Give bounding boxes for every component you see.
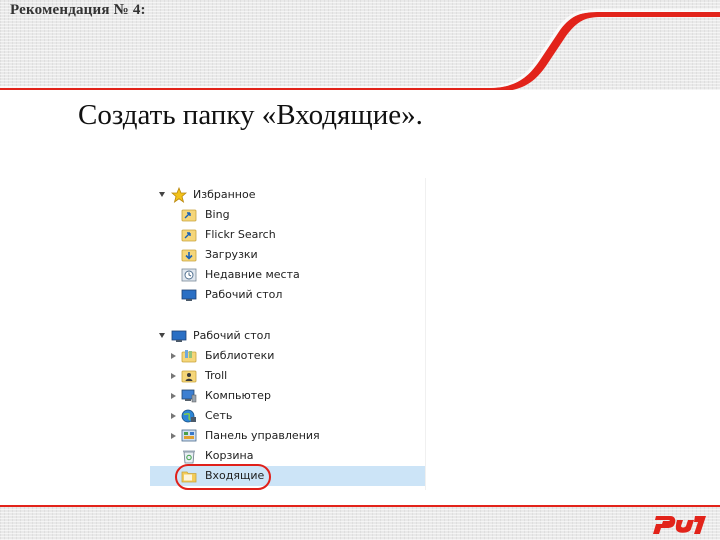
tree-item-label: Корзина [205,449,254,462]
downloads-folder-icon [181,249,197,262]
tree-item-label: Сеть [205,409,233,422]
slide-heading: Создать папку «Входящие». [78,99,423,131]
control-panel-icon [181,429,197,442]
tree-item-label: Troll [205,369,228,382]
tree-item-control-panel[interactable]: Панель управления [150,426,425,446]
libraries-icon [181,350,197,363]
star-icon [171,187,187,203]
rzd-logo [653,516,706,534]
expand-arrow-icon[interactable] [171,373,176,379]
computer-icon [181,389,197,403]
tree-item-desktop-favorite[interactable]: Рабочий стол [150,285,425,305]
tree-item-label: Flickr Search [205,228,276,241]
shortcut-folder-icon [181,209,197,222]
tree-item-label: Bing [205,208,230,221]
tree-item-troll[interactable]: Troll [150,366,425,386]
recent-places-icon [181,268,197,282]
tree-item-label: Библиотеки [205,349,275,362]
expand-arrow-icon[interactable] [171,393,176,399]
explorer-navigation-pane: Избранное Bing Flickr Search Загрузки Не… [150,178,426,490]
tree-item-label: Рабочий стол [205,288,283,301]
tree-item-computer[interactable]: Компьютер [150,386,425,406]
tree-item-label: Недавние места [205,268,300,281]
tree-item-bing[interactable]: Bing [150,205,425,225]
tree-item-label: Загрузки [205,248,258,261]
tree-item-recycle-bin[interactable]: Корзина [150,446,425,466]
tree-group-label: Рабочий стол [193,329,271,342]
desktop-icon [171,330,187,342]
tree-group-label: Избранное [193,188,256,201]
tree-group-favorites[interactable]: Избранное [150,185,425,205]
network-icon [181,409,196,423]
tree-item-downloads[interactable]: Загрузки [150,245,425,265]
tree-item-libraries[interactable]: Библиотеки [150,346,425,366]
tree-item-network[interactable]: Сеть [150,406,425,426]
expand-arrow-icon[interactable] [171,433,176,439]
tree-group-desktop[interactable]: Рабочий стол [150,326,425,346]
tree-item-label: Компьютер [205,389,271,402]
expand-arrow-icon[interactable] [171,353,176,359]
collapse-arrow-icon[interactable] [159,333,165,338]
shortcut-folder-icon [181,229,197,242]
expand-arrow-icon[interactable] [171,413,176,419]
slide-section-title: Рекомендация № 4: [10,2,146,18]
recycle-bin-icon [183,450,195,464]
tree-item-recent-places[interactable]: Недавние места [150,265,425,285]
footer-band [0,505,720,540]
collapse-arrow-icon[interactable] [159,192,165,197]
tree-item-flickr-search[interactable]: Flickr Search [150,225,425,245]
tree-item-label: Панель управления [205,429,320,442]
highlight-circle [175,464,271,490]
user-folder-icon [181,370,197,383]
desktop-icon [181,289,197,301]
footer-accent-line [0,505,720,507]
